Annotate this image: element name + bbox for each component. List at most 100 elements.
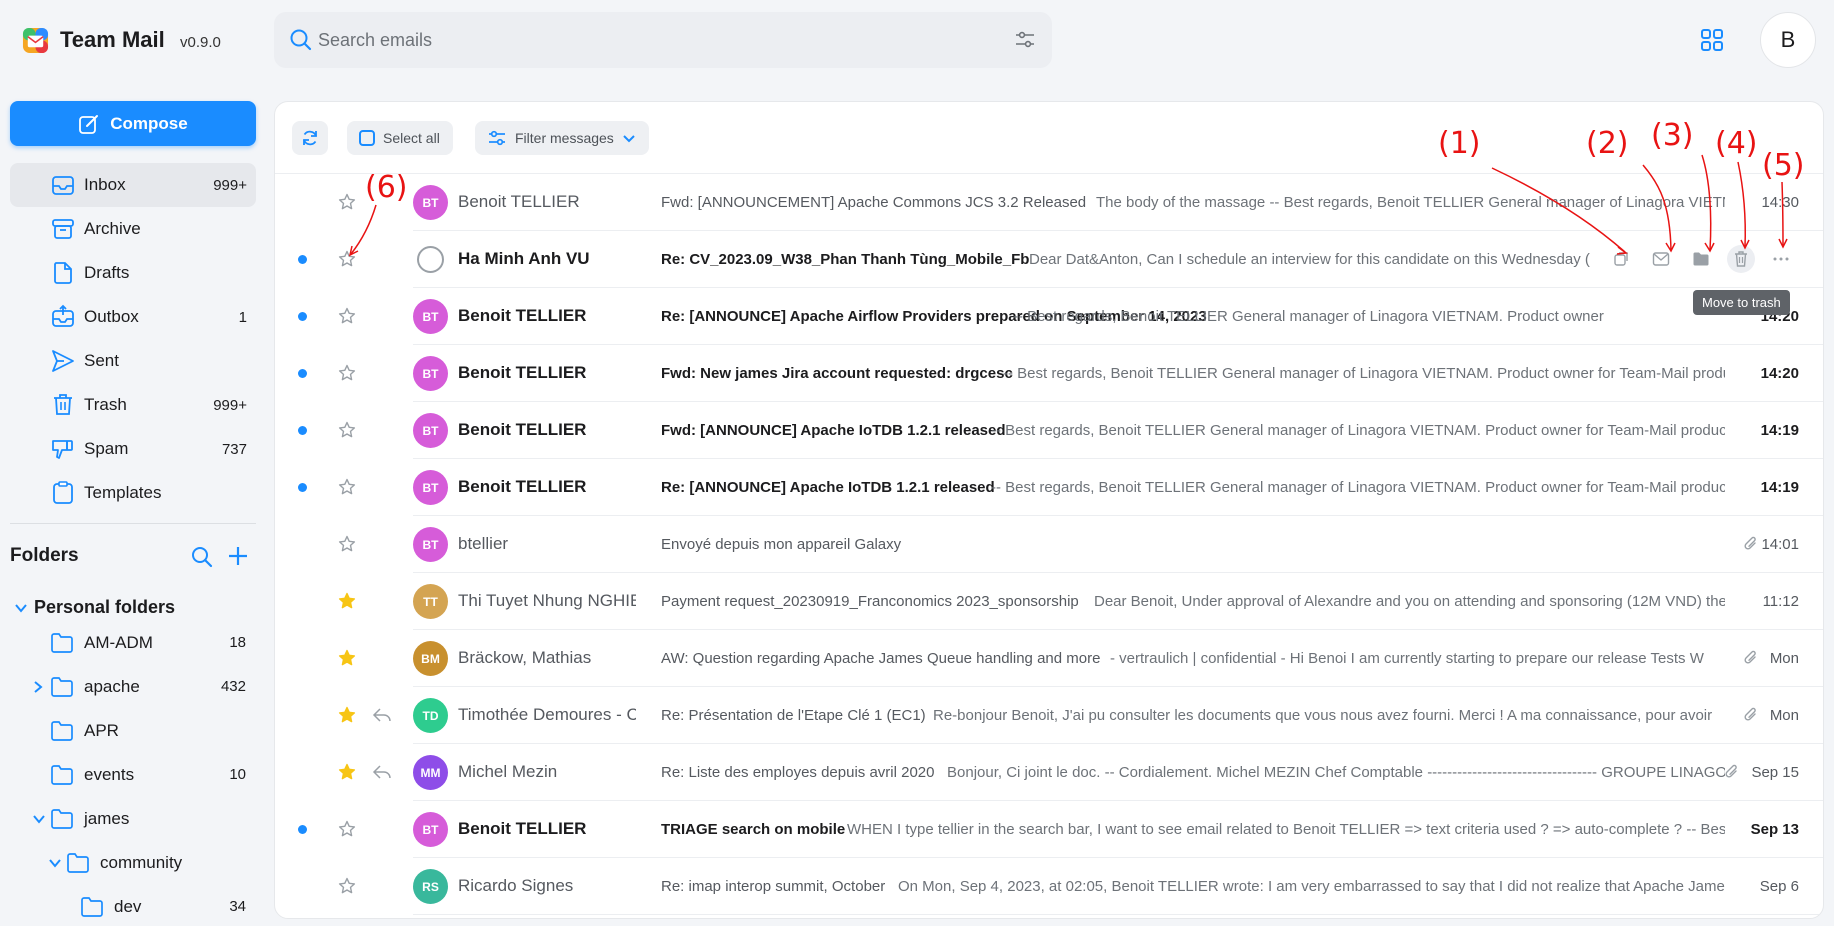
star-filled-icon[interactable] [338,649,356,667]
folder-icon [51,809,73,829]
move-to-folder-icon[interactable] [1687,245,1715,273]
star-icon[interactable] [338,478,356,496]
mailbox-label: Outbox [84,307,139,326]
email-preview: -- Best regards, Benoit TELLIER General … [991,479,1725,496]
folder-search-icon[interactable] [191,546,213,568]
email-row[interactable]: BT Benoit TELLIER Fwd: [ANNOUNCE] Apache I… [275,402,1823,459]
folder-item[interactable]: james [32,799,129,839]
email-row[interactable]: BT Benoit TELLIER Fwd: New james Jira acco… [275,345,1823,402]
folder-label: community [100,853,183,872]
filter-messages-button[interactable]: Filter messages [475,121,649,155]
team-mail-logo-icon[interactable] [22,27,49,54]
chevron-right-icon[interactable] [32,680,44,694]
email-row[interactable]: TD Timothée Demoures - CFA Re: Présentatio… [275,687,1823,744]
folder-item[interactable]: events [50,755,134,795]
star-icon[interactable] [338,535,356,553]
mailbox-sent[interactable]: Sent [10,339,256,383]
search-filter-icon[interactable] [1014,30,1036,50]
star-icon[interactable] [338,364,356,382]
email-row[interactable]: BT btellier Envoyé depuis mon appareil Gal… [275,516,1823,573]
mailbox-inbox[interactable]: Inbox 999+ [10,163,256,207]
email-row[interactable]: MM Michel Mezin Re: Liste des employes dep… [275,744,1823,801]
sender-name: btellier [458,534,509,553]
sender-name: Ha Minh Anh VU [458,249,590,268]
email-row[interactable]: BT Benoit TELLIER Re: [ANNOUNCE] Apache Io… [275,459,1823,516]
star-filled-icon[interactable] [338,763,356,781]
personal-folders-toggle[interactable]: Personal folders [14,597,175,618]
spam-icon [52,440,73,459]
filter-icon [489,130,505,146]
email-preview: -- Best regards, Benoit TELLIER General … [991,422,1725,439]
email-row[interactable]: BM Bräckow, Mathias AW: Question regarding… [275,630,1823,687]
email-row[interactable]: BT Benoit TELLIER Re: [ANNOUNCE] Apache Ai… [275,288,1823,345]
email-preview: Dear Benoit, Under approval of Alexandre… [1094,593,1725,610]
mailbox-outbox[interactable]: Outbox 1 [10,295,256,339]
email-preview: -- Best regards, Benoit TELLIER General … [1013,308,1604,325]
email-subject: Re: imap interop summit, October [661,878,886,895]
folder-item[interactable]: APR [50,711,119,751]
folder-item[interactable]: AM-ADM [50,623,153,663]
unread-dot [298,255,307,264]
star-icon[interactable] [338,820,356,838]
chevron-down-icon[interactable] [48,856,62,870]
email-subject: Fwd: [ANNOUNCEMENT] Apache Commons JCS 3… [661,194,1087,211]
unread-dot [298,312,307,321]
email-row[interactable]: Ha Minh Anh VU Re: CV_2023.09_W38_Phan Th… [275,231,1823,288]
mailbox-trash[interactable]: Trash 999+ [10,383,256,427]
star-icon[interactable] [338,877,356,895]
open-in-new-window-icon[interactable] [1607,245,1635,273]
mailbox-spam[interactable]: Spam 737 [10,427,256,471]
email-row[interactable]: RS Ricardo Signes Re: imap interop summit,… [275,858,1823,915]
drafts-icon [54,262,72,284]
email-preview: Dear Dat&Anton, Can I schedule an interv… [1029,251,1590,268]
app-grid-icon[interactable] [1700,28,1724,52]
email-subject: TRIAGE search on mobile [661,821,846,838]
more-options-icon[interactable] [1767,245,1795,273]
star-icon[interactable] [338,421,356,439]
sidebar-divider [10,523,256,524]
mailbox-archive[interactable]: Archive [10,207,256,251]
mailbox-label: Drafts [84,263,130,282]
email-row[interactable]: BT Benoit TELLIER Fwd: [ANNOUNCEMENT] Apac… [275,174,1823,231]
checkbox-icon [359,130,375,146]
move-to-trash-icon[interactable] [1727,245,1755,273]
mark-as-unread-icon[interactable] [1647,245,1675,273]
email-time: Mon [1769,707,1799,724]
refresh-button[interactable] [292,121,328,155]
avatar: BT [413,413,448,448]
avatar: BM [413,641,448,676]
select-checkbox[interactable] [417,246,444,273]
annotation-label: (1) [1438,126,1481,161]
star-icon[interactable] [338,307,356,325]
star-icon[interactable] [338,250,356,268]
email-subject: Fwd: New james Jira account requested: d… [661,365,1013,382]
email-preview: Bonjour, Ci joint le doc. -- Cordialemen… [947,764,1725,781]
email-time: Sep 13 [1750,821,1799,838]
email-list-panel: Select all Filter messages BT Benoit TELL… [274,101,1824,919]
attachment-icon [1743,706,1759,724]
mailbox-label: Archive [84,219,141,238]
star-filled-icon[interactable] [338,706,356,724]
add-folder-icon[interactable] [228,546,248,566]
folder-item[interactable]: apache [32,667,140,707]
folder-label: james [84,809,130,828]
email-row[interactable]: TT Thi Tuyet Nhung NGHIEM Payment request_… [275,573,1823,630]
select-all-button[interactable]: Select all [347,121,453,155]
chevron-down-icon[interactable] [32,812,46,826]
mailbox-drafts[interactable]: Drafts [10,251,256,295]
mailbox-templates[interactable]: Templates [10,471,256,515]
star-filled-icon[interactable] [338,592,356,610]
star-icon[interactable] [338,193,356,211]
folder-item[interactable]: community [48,843,182,883]
folder-item[interactable]: dev [80,887,141,926]
mailbox-count: 737 [221,440,247,458]
compose-button[interactable]: Compose [10,101,256,146]
folder-icon [67,853,89,873]
app-title: Team Mail [60,27,165,52]
search-bar[interactable] [274,12,1052,68]
folder-icon [51,633,73,653]
user-avatar[interactable]: B [1760,12,1816,68]
search-input[interactable] [318,12,958,68]
email-row[interactable]: BT Benoit TELLIER TRIAGE search on mobile W… [275,801,1823,858]
attachment-icon [1743,649,1759,667]
